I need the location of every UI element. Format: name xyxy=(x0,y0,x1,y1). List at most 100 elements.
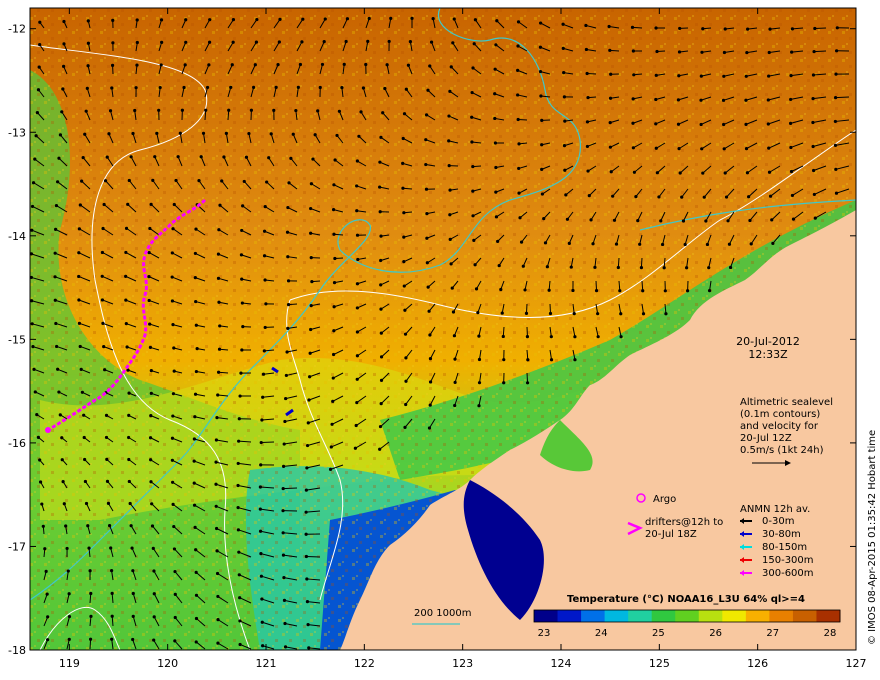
velocity-arrow-head xyxy=(304,532,308,536)
velocity-arrow-head xyxy=(402,211,406,215)
velocity-arrow-head xyxy=(470,90,474,95)
velocity-arrow-head xyxy=(477,404,481,408)
velocity-arrow-head xyxy=(428,64,432,68)
velocity-arrow-head xyxy=(539,94,543,98)
colorbar-segment xyxy=(769,610,794,622)
velocity-arrow-head xyxy=(241,325,245,329)
velocity-arrow-head xyxy=(236,461,240,466)
velocity-arrow-head xyxy=(102,202,106,207)
velocity-arrow-head xyxy=(355,233,360,237)
velocity-arrow-head xyxy=(355,209,359,213)
velocity-arrow-head xyxy=(258,529,263,533)
velocity-arrow-head xyxy=(34,134,38,138)
velocity-arrow-head xyxy=(214,482,218,486)
velocity-arrow-head xyxy=(296,85,300,89)
velocity-arrow-head xyxy=(309,327,313,332)
velocity-arrow-head xyxy=(205,85,210,90)
map-area xyxy=(30,8,856,650)
velocity-arrow-head xyxy=(261,395,265,399)
velocity-arrow-head xyxy=(525,381,530,385)
velocity-arrow-head xyxy=(424,187,429,191)
velocity-arrow-head xyxy=(127,479,131,484)
velocity-arrow-head xyxy=(811,120,815,125)
velocity-arrow-head xyxy=(38,480,43,484)
velocity-arrow-head xyxy=(88,637,93,641)
velocity-arrow xyxy=(814,50,827,53)
velocity-arrow-head xyxy=(705,242,710,247)
velocity-arrow-head xyxy=(356,257,360,262)
velocity-arrow-head xyxy=(323,17,327,21)
lon-tick-label: 125 xyxy=(649,657,670,670)
velocity-arrow-head xyxy=(427,309,431,313)
velocity-arrow-head xyxy=(379,258,383,263)
velocity-arrow-head xyxy=(659,219,663,223)
velocity-arrow-head xyxy=(401,186,405,190)
velocity-arrow-head xyxy=(33,390,37,394)
velocity-arrow-head xyxy=(728,265,733,270)
velocity-arrow-head xyxy=(318,85,322,90)
velocity-arrow-head xyxy=(307,646,311,650)
velocity-arrow-head xyxy=(101,321,105,325)
velocity-arrow-head xyxy=(67,637,71,641)
velocity-arrow-head xyxy=(549,335,553,339)
velocity-arrow-head xyxy=(125,345,129,349)
velocity-arrow-head xyxy=(744,98,748,102)
velocity-arrow-head xyxy=(40,502,44,506)
velocity-arrow-head xyxy=(160,40,164,44)
velocity-arrow-head xyxy=(548,311,553,316)
velocity-arrow-head xyxy=(153,155,157,159)
velocity-arrow-head xyxy=(563,119,567,123)
velocity-arrow-head xyxy=(721,98,726,102)
velocity-arrow-head xyxy=(149,480,153,484)
velocity-arrow-head xyxy=(110,591,114,595)
velocity-arrow-head xyxy=(589,218,593,222)
lat-tick-label: -13 xyxy=(8,126,26,139)
velocity-arrow-head xyxy=(453,380,457,385)
velocity-arrow-head xyxy=(46,638,50,642)
velocity-arrow-head xyxy=(813,26,817,31)
velocity-arrow-head xyxy=(308,351,312,355)
velocity-arrow-head xyxy=(259,552,263,556)
lon-tick-label: 126 xyxy=(747,657,768,670)
velocity-arrow-head xyxy=(449,65,453,69)
velocity-arrow-head xyxy=(685,266,689,270)
velocity-arrow-head xyxy=(586,95,590,100)
velocity-arrow-head xyxy=(216,370,221,374)
velocity-arrow-head xyxy=(216,618,220,622)
velocity-arrow-head xyxy=(111,18,115,22)
velocity-arrow-head xyxy=(110,637,114,641)
velocity-arrow-head xyxy=(259,440,263,445)
velocity-arrow-head xyxy=(263,278,267,282)
velocity-arrow-head xyxy=(616,265,620,270)
velocity-arrow-head xyxy=(678,171,682,175)
velocity-arrow-head xyxy=(389,16,393,20)
velocity-arrow-head xyxy=(408,40,412,44)
velocity-arrow-head xyxy=(214,438,219,442)
velocity-arrow-head xyxy=(81,155,85,160)
velocity-arrow-head xyxy=(133,108,137,113)
lon-tick-label: 120 xyxy=(157,657,178,670)
velocity-arrow-head xyxy=(749,242,753,246)
velocity-arrow-head xyxy=(379,378,384,382)
velocity-arrow-head xyxy=(152,592,156,596)
velocity-arrow-head xyxy=(193,251,197,256)
velocity-arrow-head xyxy=(426,285,430,289)
velocity-arrow-head xyxy=(448,188,452,192)
velocity-arrow-head xyxy=(60,110,64,114)
velocity-arrow-head xyxy=(204,108,208,112)
velocity-arrow-head xyxy=(62,19,66,24)
velocity-arrow-head xyxy=(173,569,177,574)
velocity-arrow-head xyxy=(608,96,613,100)
altimetry-line-3: and velocity for xyxy=(740,421,819,432)
velocity-arrow-head xyxy=(431,16,435,21)
velocity-arrow-head xyxy=(664,312,668,316)
velocity-arrow-head xyxy=(57,156,61,160)
velocity-arrow-head xyxy=(194,369,198,374)
velocity-arrow-head xyxy=(83,457,87,462)
velocity-arrow-head xyxy=(332,305,336,309)
velocity-arrow-head xyxy=(608,145,612,149)
colorbar-segment xyxy=(651,610,676,622)
velocity-arrow-head xyxy=(64,524,68,528)
velocity-arrow-head xyxy=(61,87,65,91)
velocity-arrow-head xyxy=(329,445,333,449)
